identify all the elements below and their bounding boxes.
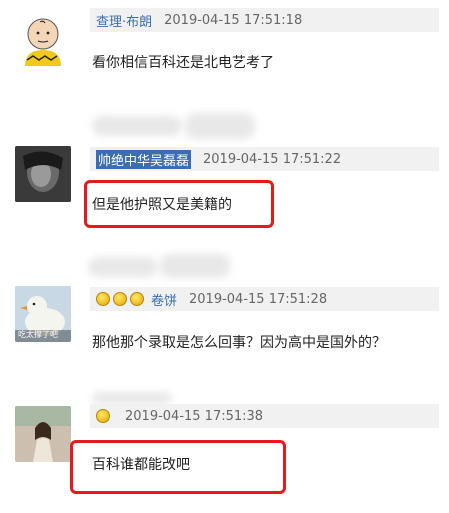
- blurred-content: [92, 116, 182, 136]
- avatar[interactable]: [15, 146, 71, 202]
- charlie-brown-avatar-icon: [15, 10, 71, 66]
- comment-header: 查理·布朗 2019-04-15 17:51:18: [90, 8, 439, 32]
- gold-badge-icon: [113, 292, 127, 306]
- comment-text: 那他那个录取是怎么回事？因为高中是国外的？: [92, 335, 386, 351]
- comment-1: 查理·布朗 2019-04-15 17:51:18 看你相信百科还是北电艺考了: [0, 0, 449, 110]
- avatar-caption: 吃太撑了吧: [18, 330, 58, 339]
- blurred-content: [160, 254, 230, 278]
- gold-badge-icon: [130, 292, 144, 306]
- comment-header: 帅绝中华吴磊磊 2019-04-15 17:51:22: [90, 147, 439, 171]
- avatar[interactable]: [15, 406, 71, 462]
- avatar[interactable]: 吃太撑了吧: [15, 286, 71, 342]
- highlight-box: [84, 180, 274, 228]
- badge-group: [96, 292, 147, 306]
- timestamp: 2019-04-15 17:51:22: [203, 151, 342, 167]
- timestamp: 2019-04-15 17:51:18: [164, 12, 303, 28]
- highlight-box: [70, 440, 286, 494]
- dark-photo-avatar-icon: [15, 146, 71, 202]
- blurred-content: [185, 113, 255, 139]
- timestamp: 2019-04-15 17:51:38: [125, 408, 264, 424]
- username-link[interactable]: 帅绝中华吴磊磊: [96, 149, 192, 169]
- timestamp: 2019-04-15 17:51:28: [189, 291, 328, 307]
- username-link[interactable]: 查理·布朗: [96, 11, 152, 30]
- badge-group: [96, 409, 113, 423]
- blurred-content: [88, 257, 158, 277]
- comment-3: 吃太撑了吧 卷饼 2019-04-15 17:51:28 那他那个录取是怎么回事…: [0, 280, 449, 390]
- comment-text: 看你相信百科还是北电艺考了: [92, 55, 274, 71]
- comment-header: 卷饼 2019-04-15 17:51:28: [90, 287, 439, 311]
- gold-badge-icon: [96, 409, 110, 423]
- username-link[interactable]: 卷饼: [151, 290, 177, 309]
- gold-badge-icon: [96, 292, 110, 306]
- comment-header: 2019-04-15 17:51:38: [90, 404, 439, 428]
- person-photo-avatar-icon: [15, 406, 71, 462]
- avatar[interactable]: [15, 10, 71, 66]
